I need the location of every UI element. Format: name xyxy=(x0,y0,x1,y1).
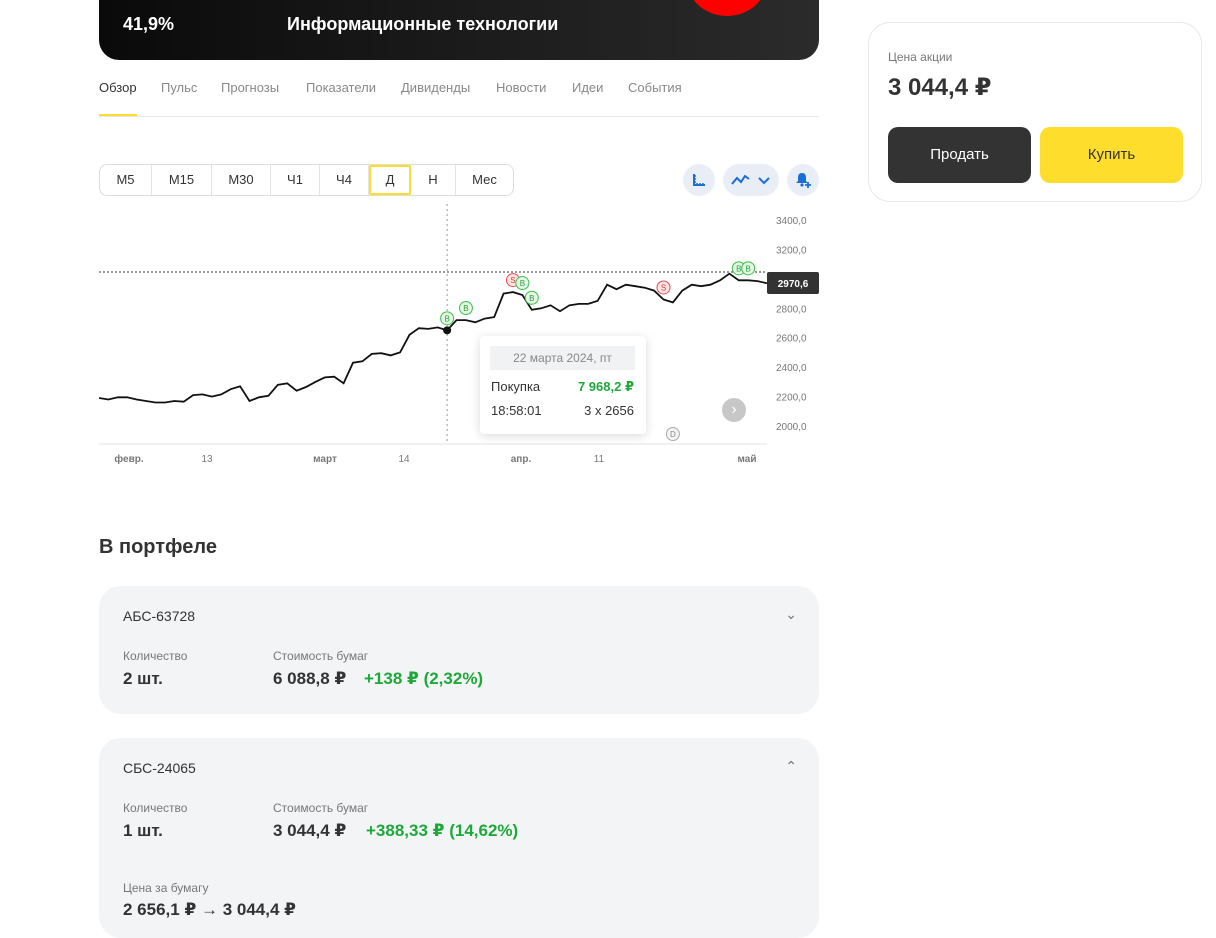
tab-news[interactable]: Новости xyxy=(496,80,546,95)
price-per-share-value: 2 656,1 ₽ → 3 044,4 ₽ xyxy=(123,900,296,919)
marker-label: B xyxy=(520,279,525,288)
y-tick-label: 2400,0 xyxy=(776,363,807,374)
timeframe-selector: М5 М15 М30 Ч1 Ч4 Д Н Мес xyxy=(99,164,514,196)
ruler-icon xyxy=(693,174,705,186)
hero-sector: Информационные технологии xyxy=(287,14,559,34)
y-tick-label: 2800,0 xyxy=(776,304,807,315)
ruler-button[interactable] xyxy=(683,164,715,196)
marker-label: B xyxy=(736,264,741,273)
timeframe-week[interactable]: Н xyxy=(411,165,456,195)
last-value-label: 2970,6 xyxy=(778,279,809,290)
share-price: 3 044,4 ₽ xyxy=(888,74,992,101)
tab-indicators[interactable]: Показатели xyxy=(306,80,376,95)
tab-ideas[interactable]: Идеи xyxy=(572,80,603,95)
hero-percent: 41,9% xyxy=(123,14,175,34)
account-name: СБС-24065 xyxy=(123,760,196,776)
timeframe-m30[interactable]: М30 xyxy=(212,165,271,195)
quantity-label: Количество xyxy=(123,649,188,663)
portfolio-title: В портфеле xyxy=(99,536,217,558)
portfolio-card[interactable]: АБС-63728 ⌄ Количество Стоимость бумаг 2… xyxy=(99,586,819,714)
quantity-label: Количество xyxy=(123,801,188,815)
account-name: АБС-63728 xyxy=(123,608,196,624)
cost-label: Стоимость бумаг xyxy=(273,801,369,815)
sell-button[interactable]: Продать xyxy=(888,127,1031,183)
tab-dividends[interactable]: Дивиденды xyxy=(401,80,470,95)
tab-overview[interactable]: Обзор xyxy=(99,80,137,116)
y-tick-label: 3400,0 xyxy=(776,216,807,227)
price-chart[interactable]: 3400,03200,03000,02800,02600,02400,02200… xyxy=(99,200,819,480)
x-tick-label: апр. xyxy=(511,454,532,465)
chevron-up-icon[interactable]: ⌃ xyxy=(785,758,797,775)
tab-forecasts[interactable]: Прогнозы xyxy=(221,80,279,95)
marker-label: B xyxy=(444,314,449,323)
tab-pulse[interactable]: Пульс xyxy=(161,80,197,95)
chart-next-button[interactable]: › xyxy=(722,398,746,422)
quantity-value: 1 шт. xyxy=(123,821,163,840)
price-per-share-label: Цена за бумагу xyxy=(123,881,209,895)
marker-label: S xyxy=(510,276,515,285)
x-tick-label: май xyxy=(738,454,757,465)
marker-label: B xyxy=(529,294,534,303)
chevron-down-icon[interactable]: ⌄ xyxy=(785,606,797,623)
tooltip-amount: 7 968,2 ₽ xyxy=(577,379,634,394)
buy-button[interactable]: Купить xyxy=(1040,127,1183,183)
timeframe-m5[interactable]: М5 xyxy=(100,165,152,195)
y-tick-label: 2000,0 xyxy=(776,422,807,433)
timeframe-h1[interactable]: Ч1 xyxy=(271,165,320,195)
hover-point xyxy=(443,326,452,335)
bell-plus-icon xyxy=(796,173,811,188)
x-tick-label: 13 xyxy=(201,454,213,465)
x-tick-label: март xyxy=(313,454,337,465)
tooltip-operation-label: Покупка xyxy=(491,379,541,394)
timeframe-month[interactable]: Мес xyxy=(456,165,513,195)
marker-label: S xyxy=(661,283,666,292)
cost-value: 6 088,8 ₽ xyxy=(273,669,347,688)
quantity-value: 2 шт. xyxy=(123,669,163,688)
line-chart-icon xyxy=(731,174,750,185)
marker-label: B xyxy=(746,264,751,273)
chevron-right-icon: › xyxy=(731,401,737,418)
y-tick-label: 2600,0 xyxy=(776,334,807,345)
cost-value: 3 044,4 ₽ xyxy=(273,821,347,840)
marker-label: B xyxy=(463,304,468,313)
hero-banner: 41,9% Информационные технологии xyxy=(99,0,819,60)
tooltip-date: 22 марта 2024, пт xyxy=(490,346,635,370)
company-logo xyxy=(687,0,767,16)
tooltip-time: 18:58:01 xyxy=(491,403,542,418)
timeframe-m15[interactable]: М15 xyxy=(152,165,212,195)
tab-events[interactable]: События xyxy=(628,80,682,95)
chart-type-dropdown[interactable] xyxy=(723,164,779,196)
portfolio-card[interactable]: СБС-24065 ⌃ Количество Стоимость бумаг 1… xyxy=(99,738,819,938)
gain-value: +138 ₽ (2,32%) xyxy=(364,669,484,688)
marker-label: D xyxy=(670,430,676,439)
x-tick-label: 14 xyxy=(398,454,410,465)
chart-tooltip: 22 марта 2024, пт Покупка 7 968,2 ₽ 18:5… xyxy=(480,336,646,434)
section-tabs: Обзор Пульс Прогнозы Показатели Дивиденд… xyxy=(99,70,819,117)
gain-value: +388,33 ₽ (14,62%) xyxy=(366,821,519,840)
share-price-label: Цена акции xyxy=(888,50,953,64)
chevron-down-icon xyxy=(758,177,770,185)
y-tick-label: 2200,0 xyxy=(776,393,807,404)
x-tick-label: февр. xyxy=(114,453,143,465)
x-tick-label: 11 xyxy=(594,454,605,465)
price-alert-button[interactable] xyxy=(787,164,819,196)
tooltip-quantity: 3 x 2656 xyxy=(584,403,634,418)
cost-label: Стоимость бумаг xyxy=(273,649,369,663)
trade-panel: Цена акции 3 044,4 ₽ Продать Купить xyxy=(868,22,1202,202)
y-tick-label: 3200,0 xyxy=(776,245,807,256)
timeframe-day[interactable]: Д xyxy=(369,165,411,195)
timeframe-h4[interactable]: Ч4 xyxy=(320,165,369,195)
